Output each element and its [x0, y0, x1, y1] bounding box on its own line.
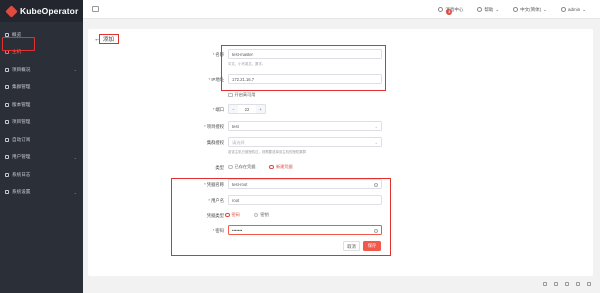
sidebar-item-clusters[interactable]: 集群管理 [0, 79, 83, 97]
project-row: *项目授权 test ⌄ [88, 121, 593, 133]
help-icon [477, 7, 483, 12]
highlight-annotation-credential [171, 178, 391, 256]
highlight-annotation-title [99, 34, 119, 44]
chevron-down-icon: ⌄ [495, 6, 500, 12]
cluster-row: 集群授权 请选择 ⌄ 若该主机已被授权过，则需要选择该主机的授权集群 [88, 137, 593, 154]
sidebar-item-label: 系统日志 [12, 171, 31, 177]
chevron-down-icon: ⌄ [374, 124, 378, 129]
cluster-placeholder: 请选择 [232, 140, 245, 145]
project-select[interactable]: test ⌄ [228, 121, 382, 131]
sidebar-item-projects-overview[interactable]: 项目概况 ⌄ [0, 61, 83, 79]
cluster-icon [5, 85, 9, 90]
folder-icon [5, 67, 9, 72]
sidebar-nav: 概览 主机 项目概况 ⌄ 集群管理 版本管理 项目管理 自动订阅 用户管理 ⌄ 系统… [0, 26, 83, 201]
globe-icon [513, 7, 519, 12]
chevron-down-icon: ⌄ [73, 189, 77, 195]
port-label: *端口 [212, 107, 224, 112]
auto-label: 开启高可用 [234, 92, 256, 97]
port-stepper[interactable]: − 22 + [228, 104, 266, 114]
checkbox-icon [228, 92, 233, 98]
chevron-down-icon: ⌄ [543, 6, 547, 12]
user-menu[interactable]: admin ⌄ [560, 6, 586, 13]
credential-type-label: 类型 [215, 165, 224, 170]
topbar-actions: 消息中心 3 帮助 ⌄ 中文(简体) ⌄ admin ⌄ [438, 0, 586, 19]
app-name: KubeOperator [20, 6, 79, 16]
highlight-annotation-name-ip [221, 45, 386, 91]
user-icon [560, 7, 566, 12]
sidebar-item-subscriptions[interactable]: 自动订阅 [0, 131, 83, 149]
project-label: *项目授权 [204, 124, 224, 129]
user-name: admin [567, 7, 581, 12]
tray-icon[interactable] [543, 282, 547, 286]
gear-icon [5, 190, 9, 195]
user-icon [5, 155, 9, 160]
tray-icon[interactable] [587, 282, 591, 286]
credential-type-radios: 已存在凭据 新建凭据 [228, 164, 293, 170]
sidebar-item-label: 项目概况 [12, 66, 31, 72]
version-icon [5, 102, 9, 107]
sidebar-item-label: 系统设置 [12, 189, 31, 195]
sidebar-item-versions[interactable]: 版本管理 [0, 96, 83, 114]
project-value: test [232, 124, 239, 129]
sidebar-item-label: 版本管理 [12, 101, 31, 107]
auto-checkbox[interactable]: 开启高可用 [228, 92, 255, 98]
sidebar-item-label: 集群管理 [12, 84, 31, 90]
log-icon [5, 172, 9, 177]
project-icon [5, 120, 9, 125]
sidebar: KubeOperator 概览 主机 项目概况 ⌄ 集群管理 版本管理 项目管理 … [0, 0, 83, 293]
highlight-annotation-hosts [2, 37, 35, 51]
port-row: *端口 − 22 + [88, 104, 593, 116]
chevron-down-icon: ⌄ [374, 140, 378, 145]
chevron-down-icon: ⌄ [582, 6, 586, 12]
logo-icon [5, 4, 18, 18]
sidebar-item-logs[interactable]: 系统日志 [0, 166, 83, 184]
sidebar-item-label: 项目管理 [12, 119, 31, 125]
tray-icon[interactable] [554, 282, 558, 286]
radio-icon [269, 164, 274, 170]
radio-label: 已存在凭据 [234, 164, 256, 169]
tray-icon[interactable] [576, 282, 580, 286]
port-value[interactable]: 22 [238, 105, 256, 113]
form-card: ← 添加 *名称 test-master 中文、小写英文、数字、 *IP地址 1… [88, 29, 593, 276]
language-select[interactable]: 中文(简体) ⌄ [513, 7, 547, 13]
auto-row: 开启高可用 [88, 90, 593, 102]
sidebar-item-settings[interactable]: 系统设置 ⌄ [0, 184, 83, 202]
chevron-down-icon: ⌄ [73, 67, 77, 73]
chevron-down-icon: ⌄ [73, 154, 77, 160]
messages-button[interactable]: 消息中心 3 [438, 7, 463, 15]
tray-icon[interactable] [565, 282, 569, 286]
sidebar-item-label: 用户管理 [12, 154, 31, 160]
logo: KubeOperator [0, 0, 83, 22]
increment-button[interactable]: + [256, 105, 265, 113]
radio-existing-credential[interactable]: 已存在凭据 [228, 164, 255, 170]
decrement-button[interactable]: − [229, 105, 238, 113]
bell-icon [438, 7, 444, 12]
help-label: 帮助 [484, 6, 494, 12]
credential-type-row: 类型 已存在凭据 新建凭据 [88, 162, 593, 174]
messages-badge: 3 [446, 8, 453, 15]
sidebar-item-label: 自动订阅 [12, 136, 31, 142]
cluster-select[interactable]: 请选择 ⌄ [228, 137, 382, 147]
topbar: 消息中心 3 帮助 ⌄ 中文(简体) ⌄ admin ⌄ [83, 0, 600, 19]
radio-label: 新建凭据 [275, 164, 293, 169]
sidebar-collapse-icon[interactable] [92, 6, 99, 12]
cluster-hint: 若该主机已被授权过，则需要选择该主机的授权集群 [228, 150, 306, 154]
radio-new-credential[interactable]: 新建凭据 [269, 164, 293, 170]
sidebar-item-users[interactable]: 用户管理 ⌄ [0, 149, 83, 167]
radio-icon [228, 164, 233, 170]
language-label: 中文(简体) [520, 6, 542, 12]
os-tray [543, 282, 591, 286]
subscription-icon [5, 137, 9, 142]
sidebar-item-projects[interactable]: 项目管理 [0, 114, 83, 132]
help-button[interactable]: 帮助 ⌄ [477, 7, 499, 13]
cluster-label: 集群授权 [206, 140, 224, 145]
